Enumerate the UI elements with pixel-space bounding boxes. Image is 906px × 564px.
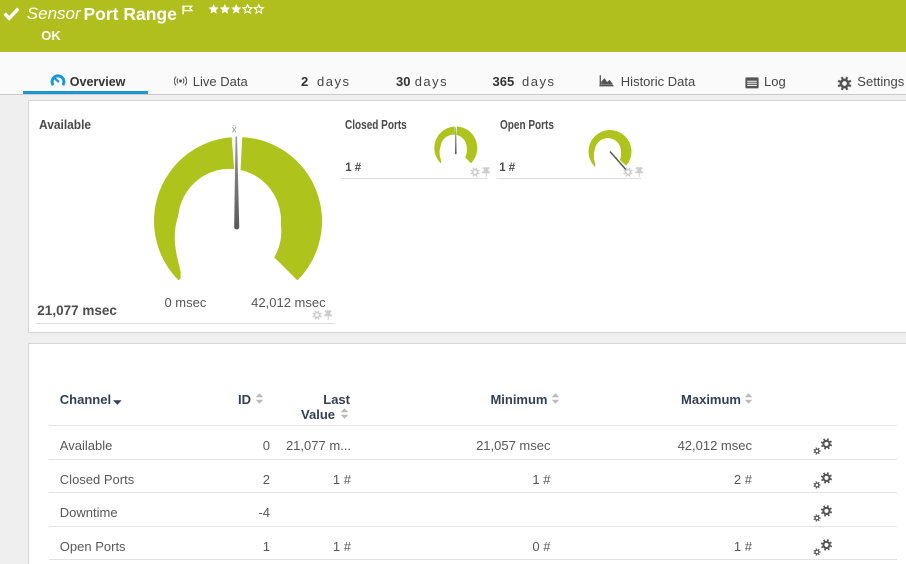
svg-text:x̄: x̄ (232, 125, 237, 136)
